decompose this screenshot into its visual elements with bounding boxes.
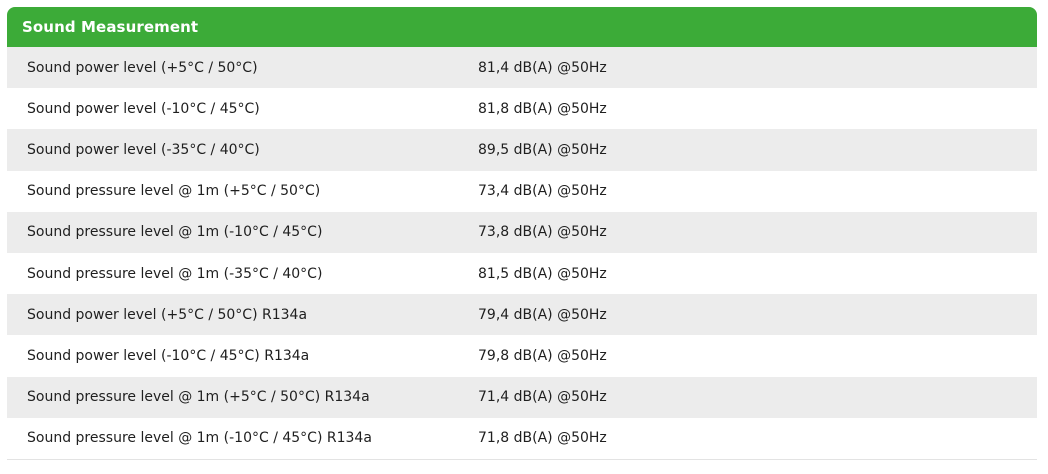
row-value: 79,4 dB(A) @50Hz — [478, 306, 607, 323]
table-row: Sound power level (+5°C / 50°C) R134a 79… — [7, 294, 1037, 336]
row-label: Sound pressure level @ 1m (+5°C / 50°C) — [27, 183, 321, 200]
table-body: Sound power level (+5°C / 50°C) 81,4 dB(… — [7, 47, 1037, 460]
row-value: 73,4 dB(A) @50Hz — [478, 183, 607, 200]
sound-measurement-table: Sound Measurement Sound power level (+5°… — [7, 7, 1037, 460]
row-label: Sound pressure level @ 1m (-10°C / 45°C)… — [27, 430, 372, 447]
table-title: Sound Measurement — [22, 18, 199, 36]
row-value: 79,8 dB(A) @50Hz — [478, 347, 607, 364]
row-value: 81,4 dB(A) @50Hz — [478, 59, 607, 76]
table-row: Sound power level (+5°C / 50°C) 81,4 dB(… — [7, 47, 1037, 89]
row-value: 71,4 dB(A) @50Hz — [478, 389, 607, 406]
table-row: Sound pressure level @ 1m (-10°C / 45°C)… — [7, 211, 1037, 253]
table-row: Sound power level (-10°C / 45°C) 81,8 dB… — [7, 88, 1037, 130]
row-value: 81,5 dB(A) @50Hz — [478, 265, 607, 282]
row-label: Sound power level (-35°C / 40°C) — [27, 141, 260, 158]
row-value: 89,5 dB(A) @50Hz — [478, 141, 607, 158]
row-value: 71,8 dB(A) @50Hz — [478, 430, 607, 447]
table-row: Sound pressure level @ 1m (+5°C / 50°C) … — [7, 170, 1037, 212]
table-row: Sound power level (-10°C / 45°C) R134a 7… — [7, 335, 1037, 377]
row-label: Sound power level (+5°C / 50°C) R134a — [27, 306, 308, 323]
table-row: Sound power level (-35°C / 40°C) 89,5 dB… — [7, 129, 1037, 171]
row-label: Sound power level (+5°C / 50°C) — [27, 59, 258, 76]
row-label: Sound pressure level @ 1m (+5°C / 50°C) … — [27, 389, 370, 406]
row-value: 73,8 dB(A) @50Hz — [478, 224, 607, 241]
row-label: Sound power level (-10°C / 45°C) — [27, 100, 260, 117]
table-row: Sound pressure level @ 1m (+5°C / 50°C) … — [7, 376, 1037, 418]
table-row: Sound pressure level @ 1m (-35°C / 40°C)… — [7, 252, 1037, 295]
row-label: Sound pressure level @ 1m (-35°C / 40°C) — [27, 265, 323, 282]
table-header: Sound Measurement — [7, 7, 1037, 47]
table-row: Sound pressure level @ 1m (-10°C / 45°C)… — [7, 417, 1037, 459]
row-value: 81,8 dB(A) @50Hz — [478, 100, 607, 117]
row-label: Sound pressure level @ 1m (-10°C / 45°C) — [27, 224, 323, 241]
row-label: Sound power level (-10°C / 45°C) R134a — [27, 347, 310, 364]
